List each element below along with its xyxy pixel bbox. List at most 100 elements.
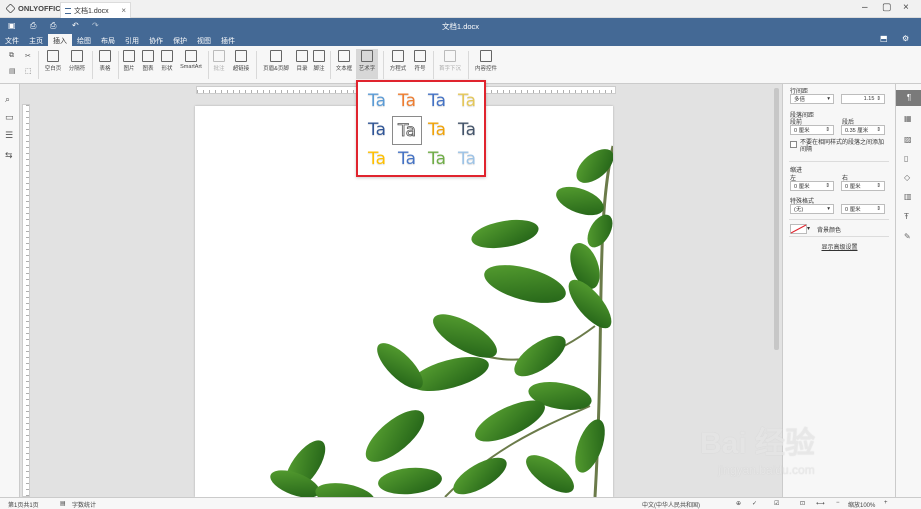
vertical-ruler[interactable]	[22, 104, 30, 497]
smartart-button[interactable]: SmartArt	[178, 50, 204, 70]
comment-button[interactable]: 批注	[211, 50, 227, 72]
text-art-style-selected[interactable]: Ta	[392, 116, 422, 145]
minimize-icon[interactable]: –	[862, 2, 868, 13]
image-label: 图片	[123, 66, 135, 72]
spellcheck-icon[interactable]: ✓	[752, 500, 757, 507]
text-art-style[interactable]: Ta	[422, 145, 452, 174]
maximize-icon[interactable]: ▢	[882, 2, 891, 13]
open-location-icon[interactable]: ⬒	[880, 34, 888, 43]
equation-button[interactable]: 方程式	[387, 50, 409, 72]
paragraph-settings-icon[interactable]: ¶	[896, 90, 921, 106]
footnote-button[interactable]: 脚注	[311, 50, 327, 72]
indent-right-input[interactable]: 0 厘米 ⇕	[841, 181, 885, 191]
spinner-icon: ⇕	[825, 127, 830, 133]
image-settings-icon[interactable]: ▨	[904, 135, 912, 144]
textbox-label: 文本框	[335, 66, 353, 72]
symbol-button[interactable]: 符号	[412, 50, 428, 72]
text-art-style[interactable]: Ta	[362, 116, 392, 145]
text-art-style[interactable]: Ta	[362, 145, 392, 174]
header-footer-button[interactable]: 页眉&页脚	[260, 50, 292, 72]
vertical-scrollbar[interactable]	[774, 88, 779, 350]
text-art-style[interactable]: Ta	[452, 145, 482, 174]
word-count[interactable]: 字数统计	[72, 500, 96, 509]
baidu-watermark-logo: Bai 经验	[700, 427, 816, 460]
special-indent-select[interactable]: (无) ▾	[790, 204, 834, 214]
shape-settings-icon[interactable]: ◇	[904, 173, 910, 182]
special-indent-amount-input[interactable]: 0 厘米 ⇕	[841, 204, 885, 214]
chart-button[interactable]: 图表	[140, 50, 156, 72]
dropdown-arrow-icon[interactable]: ▾	[807, 225, 810, 232]
document-icon	[65, 7, 71, 14]
tab-references[interactable]: 引用	[120, 34, 144, 46]
shape-button[interactable]: 形状	[159, 50, 175, 72]
table-settings-icon[interactable]: ▦	[904, 114, 912, 123]
search-icon[interactable]: ⌕	[5, 94, 10, 105]
tab-view[interactable]: 视图	[192, 34, 216, 46]
text-art-style[interactable]: Ta	[392, 145, 422, 174]
textbox-button[interactable]: 文本框	[334, 50, 354, 72]
cut-icon[interactable]: ✂	[25, 52, 31, 60]
spacing-before-input[interactable]: 0 厘米 ⇕	[790, 125, 834, 135]
no-space-label: 不要在相同样式的段落之间添加间隔	[800, 140, 885, 153]
line-spacing-mode-select[interactable]: 多倍 ▾	[790, 94, 834, 104]
dropcap-button[interactable]: 首字下沉	[437, 50, 463, 72]
chart-settings-icon[interactable]: ▥	[904, 192, 912, 201]
hyperlink-icon	[235, 50, 247, 62]
tab-draw[interactable]: 绘图	[72, 34, 96, 46]
spacing-after-value: 0.35 厘米	[845, 128, 869, 134]
line-spacing-value-input[interactable]: 1.15 ⇕	[841, 94, 885, 104]
toolbar-separator	[38, 51, 39, 79]
text-art-style[interactable]: Ta	[422, 87, 452, 116]
tab-layout[interactable]: 布局	[96, 34, 120, 46]
show-advanced-settings-link[interactable]: 显示高级设置	[783, 242, 896, 251]
no-space-checkbox[interactable]	[790, 141, 797, 148]
text-art-style[interactable]: Ta	[362, 87, 392, 116]
hyperlink-button[interactable]: 超链接	[230, 50, 252, 72]
baidu-watermark-url: jingyan.baidu.com	[718, 463, 815, 477]
header-footer-settings-icon[interactable]: ▯	[904, 154, 908, 163]
text-art-style[interactable]: Ta	[422, 116, 452, 145]
settings-gear-icon[interactable]: ⚙	[902, 34, 909, 43]
content-control-button[interactable]: 内容控件	[472, 50, 500, 72]
document-tab[interactable]: 文档1.docx ×	[60, 2, 131, 18]
image-button[interactable]: 图片	[121, 50, 137, 72]
spinner-icon: ⇕	[825, 183, 830, 189]
table-button[interactable]: 表格	[96, 50, 114, 72]
navigation-icon[interactable]: ☰	[5, 130, 13, 141]
tab-close-icon[interactable]: ×	[121, 6, 126, 15]
tab-protection[interactable]: 保护	[168, 34, 192, 46]
indent-left-input[interactable]: 0 厘米 ⇕	[790, 181, 834, 191]
page-break-button[interactable]: 分隔符	[66, 50, 88, 72]
spacing-after-input[interactable]: 0.35 厘米 ⇕	[841, 125, 885, 135]
blank-page-button[interactable]: 空白页	[43, 50, 63, 72]
text-art-style[interactable]: Ta	[452, 87, 482, 116]
text-art-button[interactable]: 艺术字	[356, 49, 378, 79]
text-art-style[interactable]: Ta	[452, 116, 482, 145]
document-language[interactable]: 中文(中华人民共和国)	[642, 500, 700, 509]
fit-page-icon[interactable]: ⊡	[800, 500, 805, 507]
copy-icon[interactable]: ⧉	[9, 52, 14, 60]
select-all-icon[interactable]: ⬚	[25, 67, 32, 75]
tab-insert[interactable]: 插入	[48, 34, 72, 46]
paste-icon[interactable]: ▤	[9, 67, 16, 75]
page-number[interactable]: 第1页共1页	[8, 500, 39, 509]
text-art-settings-icon[interactable]: Ŧ	[904, 212, 909, 221]
tab-home[interactable]: 主页	[24, 34, 48, 46]
smartart-label: SmartArt	[180, 64, 202, 70]
signature-settings-icon[interactable]: ✎	[904, 232, 911, 241]
tab-file[interactable]: 文件	[0, 34, 24, 46]
language-globe-icon[interactable]: ⊕	[736, 500, 741, 507]
track-changes-icon[interactable]: ☑	[774, 500, 779, 507]
chat-icon[interactable]: ⇆	[5, 150, 13, 161]
zoom-in-icon[interactable]: +	[884, 500, 888, 506]
toc-button[interactable]: 目录	[294, 50, 310, 72]
app-brand-name: ONLYOFFICE	[18, 4, 66, 13]
text-art-style[interactable]: Ta	[392, 87, 422, 116]
tab-collaboration[interactable]: 协作	[144, 34, 168, 46]
tab-plugins[interactable]: 插件	[216, 34, 240, 46]
fit-width-icon[interactable]: ⟷	[816, 500, 825, 507]
comments-icon[interactable]: ▭	[5, 112, 14, 123]
window-close-icon[interactable]: ×	[903, 2, 909, 13]
document-title: 文档1.docx	[441, 22, 480, 31]
zoom-out-icon[interactable]: −	[836, 500, 840, 506]
